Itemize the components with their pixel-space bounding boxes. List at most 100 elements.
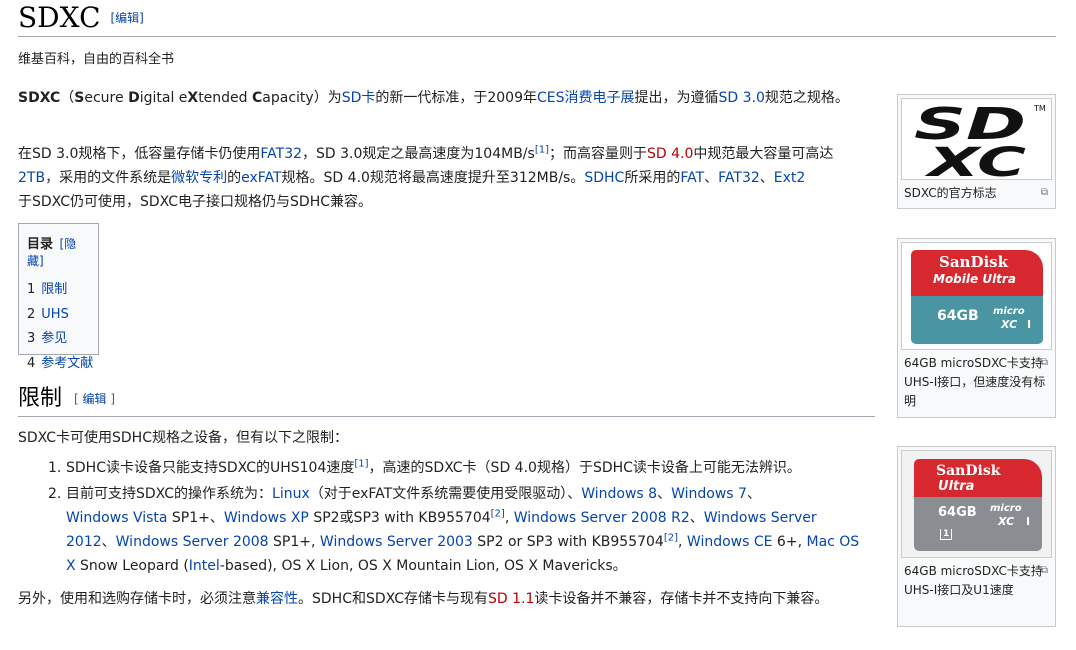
microsdxc-mobile-ultra-thumbnail: SanDisk Mobile Ultra 64GB micro XC I ⧉ 6… xyxy=(897,238,1056,418)
toc-number: 4 xyxy=(27,355,36,371)
microsdxc-card-image[interactable]: SanDisk Ultra 64GB micro XC I 1 xyxy=(901,450,1052,558)
text: 、 xyxy=(746,486,761,502)
card-micro-mark: micro xyxy=(993,306,1025,317)
windows-7-link[interactable]: Windows 7 xyxy=(671,486,747,502)
text: -based), OS X Lion, OS X Mountain Lion, … xyxy=(219,558,627,574)
magnify-icon[interactable]: ⧉ xyxy=(1041,183,1048,202)
toc-number: 2 xyxy=(27,306,36,322)
ext2-link[interactable]: Ext2 xyxy=(774,170,806,186)
section-edit-link[interactable]: 编辑 xyxy=(83,392,107,406)
microsdxc-card-image[interactable]: SanDisk Mobile Ultra 64GB micro XC I xyxy=(901,242,1052,350)
windows-server-2003-link[interactable]: Windows Server 2003 xyxy=(320,534,473,550)
card-capacity: 64GB xyxy=(937,308,979,324)
windows-server-2008-link[interactable]: Windows Server 2008 xyxy=(116,534,269,550)
sd40-redlink[interactable]: SD 4.0 xyxy=(647,146,693,162)
card-xc-mark: XC xyxy=(998,515,1015,528)
acronym-letter: X xyxy=(187,90,199,106)
reference-2-link[interactable]: [2] xyxy=(664,532,678,543)
reference-1-link[interactable]: [1] xyxy=(535,144,549,155)
text: SP1+、 xyxy=(167,510,224,526)
fat32-link[interactable]: FAT32 xyxy=(260,146,302,162)
sd-card-link[interactable]: SD卡 xyxy=(342,90,376,106)
caption-text: SDXC的官方标志 xyxy=(904,186,997,200)
card-uhs-mark: I xyxy=(1027,318,1032,331)
toc-link-references[interactable]: 参考文献 xyxy=(41,356,93,371)
text: 规格。SD 4.0规范将最高速度提升至312MB/s。 xyxy=(281,170,585,186)
reference-1-link[interactable]: [1] xyxy=(354,458,368,469)
list-number: 2. xyxy=(48,486,62,502)
bracket: [ xyxy=(74,392,83,406)
sdhc-link[interactable]: SDHC xyxy=(584,170,624,186)
2tb-link[interactable]: 2TB xyxy=(18,170,45,186)
card-capacity: 64GB xyxy=(938,505,977,520)
microsoft-patent-link[interactable]: 微软专利 xyxy=(171,170,227,186)
limits-list: 1. SDHC读卡设备只能支持SDXC的UHS104速度[1]，高速的SDXC卡（… xyxy=(48,456,866,578)
sdxc-logo-image[interactable]: SD XC TM xyxy=(901,98,1052,180)
intro-paragraph: SDXC（Secure Digital eXtended Capacity）为S… xyxy=(18,86,863,110)
text: （ xyxy=(60,90,75,106)
text: 目前可支持SDXC的操作系统为： xyxy=(66,486,273,502)
sd30-link[interactable]: SD 3.0 xyxy=(719,90,765,106)
text: 、 xyxy=(759,170,774,186)
card-model: Mobile Ultra xyxy=(933,272,1016,286)
toc-link-see-also[interactable]: 参见 xyxy=(41,331,67,346)
microsd-card: SanDisk Mobile Ultra 64GB micro XC I xyxy=(911,250,1043,344)
linux-link[interactable]: Linux xyxy=(272,486,310,502)
text: 的新一代标准，于2009年 xyxy=(375,90,537,106)
toc-item[interactable]: 4 参考文献 xyxy=(27,352,93,377)
text: ，采用的文件系统是 xyxy=(45,170,172,186)
text: 另外，使用和选购存储卡时，必须注意 xyxy=(18,591,256,607)
microsdxc-ultra-thumbnail: SanDisk Ultra 64GB micro XC I 1 ⧉ 64GB m… xyxy=(897,446,1056,627)
text: 规范之规格。 xyxy=(764,90,849,106)
intel-link[interactable]: Intel xyxy=(189,558,220,574)
text: 6+, xyxy=(772,534,807,550)
text: 、 xyxy=(657,486,672,502)
section-heading: 限制 [ 编辑 ] xyxy=(18,382,875,417)
thumbnail-caption: ⧉ SDXC的官方标志 xyxy=(901,180,1052,203)
text: 中规范最大容量可高达 xyxy=(693,146,834,162)
title-edit-link[interactable]: [编辑] xyxy=(111,11,144,25)
text: 、 xyxy=(101,534,116,550)
toc-number: 1 xyxy=(27,282,36,297)
toc-item[interactable]: 1 限制 xyxy=(27,278,90,303)
microsd-card: SanDisk Ultra 64GB micro XC I 1 xyxy=(914,459,1042,551)
tagline: 维基百科，自由的百科全书 xyxy=(18,52,175,67)
compatibility-link[interactable]: 兼容性 xyxy=(256,591,298,607)
acronym-letter: C xyxy=(252,90,263,106)
text: SP2或SP3 with KB955704 xyxy=(308,510,491,526)
windows-vista-link[interactable]: Windows Vista xyxy=(66,510,167,526)
text: , xyxy=(504,510,514,526)
ces-link[interactable]: CES消费电子展 xyxy=(537,90,635,106)
text: ）为 xyxy=(313,90,342,106)
thumbnail-caption: ⧉ 64GB microSDXC卡支持UHS-I接口，但速度没有标明 xyxy=(901,350,1052,411)
fat32-link-2[interactable]: FAT32 xyxy=(718,170,760,186)
toc-item[interactable]: 2 UHS xyxy=(27,303,90,328)
fat-link[interactable]: FAT xyxy=(680,170,704,186)
text: 提出，为遵循 xyxy=(634,90,719,106)
sd11-redlink[interactable]: SD 1.1 xyxy=(488,591,534,607)
reference-2-link[interactable]: [2] xyxy=(491,508,505,519)
card-gray-band xyxy=(914,497,1042,551)
list-item: 2. 目前可支持SDXC的操作系统为：Linux（对于exFAT文件系统需要使用受… xyxy=(48,482,866,578)
windows-8-link[interactable]: Windows 8 xyxy=(581,486,657,502)
text: 、 xyxy=(704,170,719,186)
text: apacity xyxy=(262,90,314,106)
magnify-icon[interactable]: ⧉ xyxy=(1041,353,1048,372)
windows-ce-link[interactable]: Windows CE xyxy=(687,534,773,550)
table-of-contents: 目录 [隐藏] 1 限制 2 UHS 3 参见 4 参考文献 xyxy=(18,223,99,371)
toc-item[interactable]: 3 参见 xyxy=(27,327,90,352)
text: 、 xyxy=(689,510,704,526)
magnify-icon[interactable]: ⧉ xyxy=(1041,561,1048,580)
text: SP1+, xyxy=(268,534,320,550)
toc-link-uhs[interactable]: UHS xyxy=(41,307,69,322)
toc-link-limits[interactable]: 限制 xyxy=(41,282,67,297)
text: 于SDXC仍可使用，SDXC电子接口规格仍与SDHC兼容。 xyxy=(18,194,372,210)
text: ，高速的SDXC卡（SD 4.0规格）于SDHC读卡设备上可能无法辨识。 xyxy=(368,460,801,476)
text: ecure xyxy=(84,90,129,106)
exfat-link[interactable]: exFAT xyxy=(241,170,281,186)
windows-server-2008-r2-link[interactable]: Windows Server 2008 R2 xyxy=(514,510,690,526)
text: , xyxy=(678,534,687,550)
list-item: 1. SDHC读卡设备只能支持SDXC的UHS104速度[1]，高速的SDXC卡（… xyxy=(48,456,866,480)
list-number: 1. xyxy=(48,460,62,476)
windows-xp-link[interactable]: Windows XP xyxy=(224,510,309,526)
